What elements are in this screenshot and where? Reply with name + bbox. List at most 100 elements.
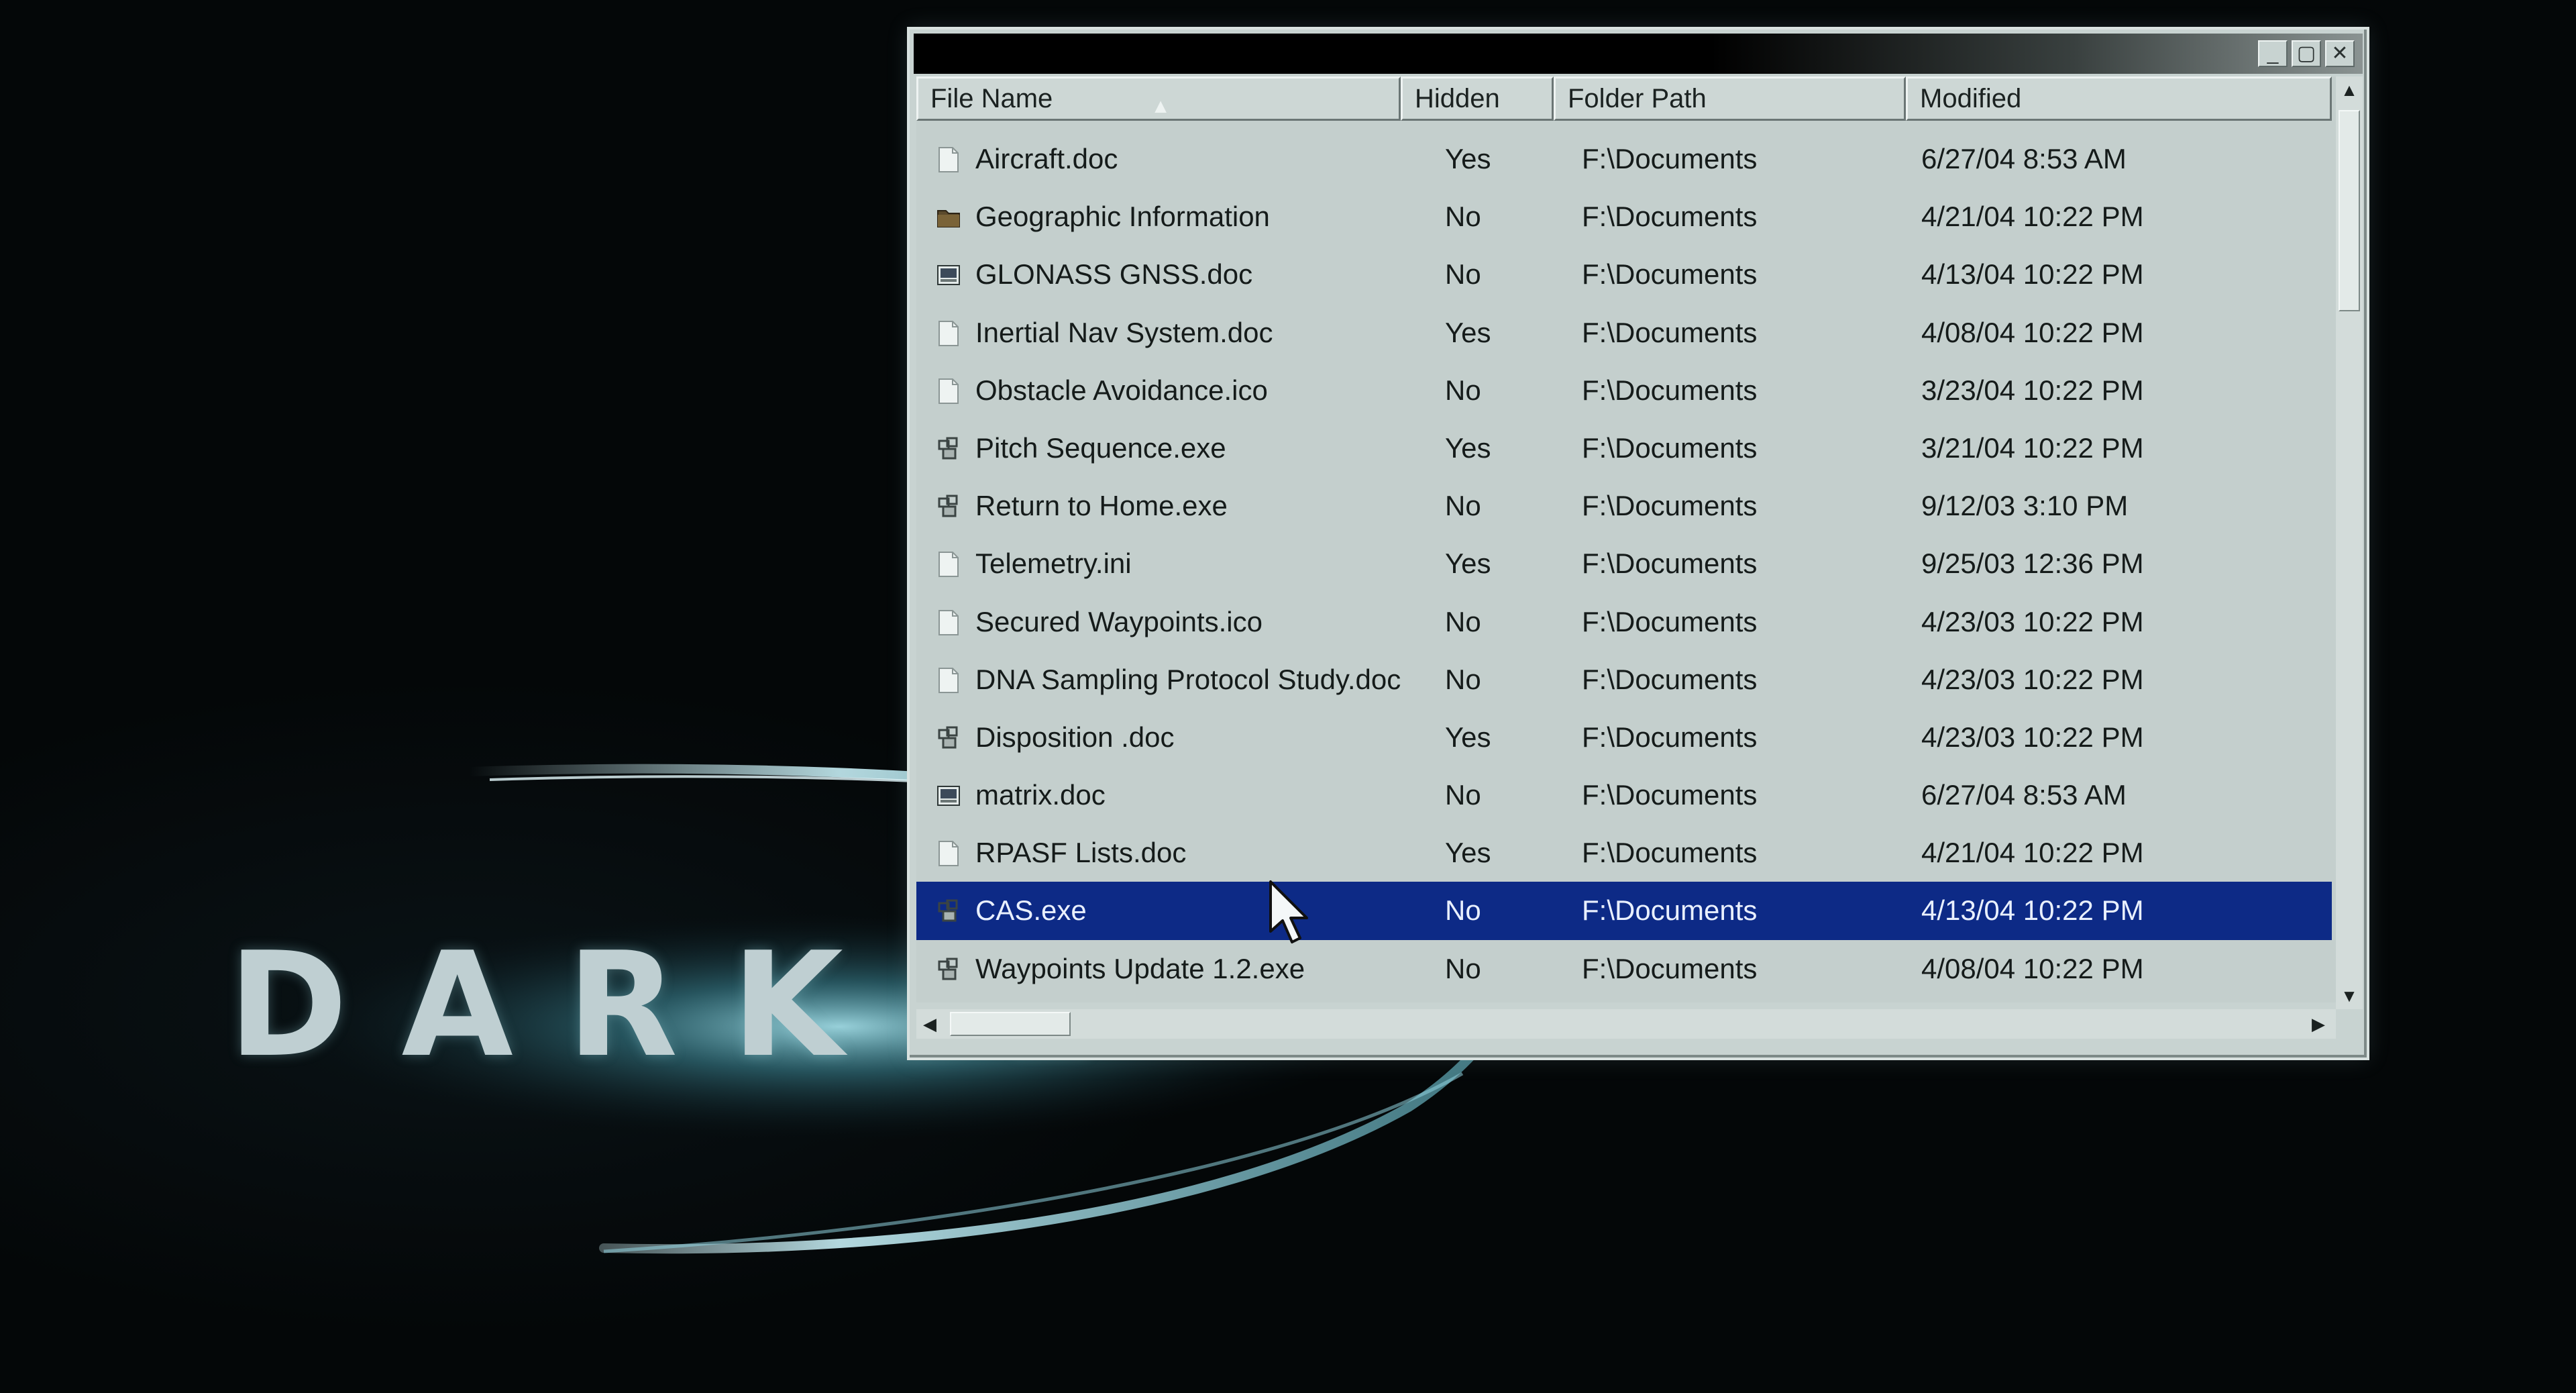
modified-cell: 9/12/03 3:10 PM <box>1921 490 2129 522</box>
folder-path-cell: F:\Documents <box>1582 605 1758 637</box>
folder-path-cell: F:\Documents <box>1582 837 1758 869</box>
folder-path-cell: F:\Documents <box>1582 374 1758 406</box>
file-row[interactable]: matrix.doc No F:\Documents 6/27/04 8:53 AM <box>916 766 2332 824</box>
file-row[interactable]: Aircraft.doc Yes F:\Documents 6/27/04 8:53 … <box>916 130 2332 188</box>
file-row[interactable]: Inertial Nav System.doc Yes F:\Documents 4/… <box>916 304 2332 362</box>
column-header-folder-path[interactable]: Folder Path <box>1554 76 1906 121</box>
file-row[interactable]: CAS.exe No F:\Documents 4/13/04 10:22 PM <box>916 882 2332 940</box>
hidden-cell: No <box>1445 258 1481 291</box>
executable-icon <box>936 435 961 462</box>
window-controls: _ ▢ ✕ <box>2258 40 2355 67</box>
modified-cell: 4/08/04 10:22 PM <box>1921 952 2144 984</box>
document-icon <box>936 609 961 636</box>
document-icon <box>936 551 961 578</box>
folder-path-cell: F:\Documents <box>1582 548 1758 580</box>
close-button[interactable]: ✕ <box>2325 40 2355 67</box>
document-icon <box>936 320 961 347</box>
folder-path-cell: F:\Documents <box>1582 258 1758 291</box>
modified-cell: 9/25/03 12:36 PM <box>1921 548 2144 580</box>
hidden-cell: No <box>1445 952 1481 984</box>
hidden-cell: No <box>1445 663 1481 695</box>
file-row[interactable]: Telemetry.ini Yes F:\Documents 9/25/03 12:3… <box>916 535 2332 592</box>
file-name-cell: Pitch Sequence.exe <box>975 431 1226 464</box>
minimize-button[interactable]: _ <box>2258 40 2288 67</box>
hidden-cell: Yes <box>1445 548 1491 580</box>
folder-path-cell: F:\Documents <box>1582 779 1758 811</box>
modified-cell: 6/27/04 8:53 AM <box>1921 779 2127 811</box>
file-row[interactable]: DNA Sampling Protocol Study.doc No F:\Docu… <box>916 651 2332 709</box>
folder-path-cell: F:\Documents <box>1582 894 1758 927</box>
column-header-file-name[interactable]: File Name ▲ <box>916 76 1401 121</box>
file-row[interactable]: RPASF Lists.doc Yes F:\Documents 4/21/04 10… <box>916 824 2332 882</box>
vertical-scroll-thumb[interactable] <box>2339 110 2360 311</box>
image-document-icon <box>936 782 961 809</box>
horizontal-scroll-thumb[interactable] <box>950 1012 1071 1036</box>
file-row[interactable]: Waypoints Update 1.2.exe No F:\Documents 4/… <box>916 940 2332 998</box>
file-row[interactable]: Secured Waypoints.ico No F:\Documents 4/23/… <box>916 593 2332 651</box>
folder-path-cell: F:\Documents <box>1582 721 1758 753</box>
hidden-cell: No <box>1445 605 1481 637</box>
hidden-cell: No <box>1445 201 1481 233</box>
file-name-cell: RPASF Lists.doc <box>975 837 1187 869</box>
folder-path-cell: F:\Documents <box>1582 663 1758 695</box>
modified-cell: 4/23/03 10:22 PM <box>1921 663 2144 695</box>
column-header-hidden[interactable]: Hidden <box>1401 76 1554 121</box>
hidden-cell: Yes <box>1445 837 1491 869</box>
file-name-cell: Disposition .doc <box>975 721 1175 753</box>
file-row[interactable]: GLONASS GNSS.doc No F:\Documents 4/13/04 10… <box>916 246 2332 303</box>
executable-icon <box>936 725 961 752</box>
file-name-cell: DNA Sampling Protocol Study.doc <box>975 663 1401 695</box>
desktop: DARK L _ ▢ ✕ File Name ▲ Hidden Folder P… <box>0 0 2576 1393</box>
modified-cell: 4/23/03 10:22 PM <box>1921 721 2144 753</box>
title-bar[interactable]: _ ▢ ✕ <box>914 34 2363 74</box>
hidden-cell: Yes <box>1445 316 1491 348</box>
mouse-pointer-icon <box>1269 880 1308 943</box>
folder-path-cell: F:\Documents <box>1582 316 1758 348</box>
executable-icon <box>936 956 961 983</box>
document-icon <box>936 840 961 867</box>
folder-path-cell: F:\Documents <box>1582 201 1758 233</box>
horizontal-scrollbar[interactable]: ◀ ▶ <box>916 1009 2339 1039</box>
scroll-down-arrow-icon[interactable]: ▼ <box>2336 982 2363 1009</box>
document-icon <box>936 667 961 694</box>
hidden-cell: No <box>1445 894 1481 927</box>
hidden-cell: No <box>1445 779 1481 811</box>
file-row[interactable]: Obstacle Avoidance.ico No F:\Documents 3/23… <box>916 362 2332 419</box>
folder-path-cell: F:\Documents <box>1582 431 1758 464</box>
modified-cell: 4/13/04 10:22 PM <box>1921 258 2144 291</box>
file-name-cell: Geographic Information <box>975 201 1270 233</box>
folder-path-cell: F:\Documents <box>1582 952 1758 984</box>
folder-icon <box>936 204 961 231</box>
folder-path-cell: F:\Documents <box>1582 490 1758 522</box>
hidden-cell: No <box>1445 374 1481 406</box>
file-name-cell: Obstacle Avoidance.ico <box>975 374 1268 406</box>
modified-cell: 6/27/04 8:53 AM <box>1921 143 2127 174</box>
hidden-cell: No <box>1445 490 1481 522</box>
image-document-icon <box>936 262 961 289</box>
file-name-cell: Aircraft.doc <box>975 143 1118 174</box>
modified-cell: 4/13/04 10:22 PM <box>1921 894 2144 927</box>
scroll-left-arrow-icon[interactable]: ◀ <box>916 1009 943 1039</box>
maximize-button[interactable]: ▢ <box>2292 40 2321 67</box>
file-row[interactable]: Geographic Information No F:\Documents 4/21… <box>916 188 2332 246</box>
column-headers: File Name ▲ Hidden Folder Path Modified <box>916 76 2332 121</box>
file-explorer-window: _ ▢ ✕ File Name ▲ Hidden Folder Path Mod… <box>907 27 2369 1060</box>
file-name-cell: Return to Home.exe <box>975 490 1228 522</box>
document-icon <box>936 378 961 405</box>
hidden-cell: Yes <box>1445 143 1491 174</box>
modified-cell: 4/23/03 10:22 PM <box>1921 605 2144 637</box>
file-list[interactable]: File Name ▲ Hidden Folder Path Modified … <box>916 76 2339 1002</box>
scroll-up-arrow-icon[interactable]: ▲ <box>2336 76 2363 103</box>
vertical-scrollbar[interactable]: ▲ ▼ <box>2336 76 2363 1009</box>
modified-cell: 3/21/04 10:22 PM <box>1921 431 2144 464</box>
hidden-cell: Yes <box>1445 721 1491 753</box>
column-header-modified[interactable]: Modified <box>1906 76 2332 121</box>
file-name-cell: Secured Waypoints.ico <box>975 605 1263 637</box>
scrollbar-corner <box>2336 1009 2363 1039</box>
file-row[interactable]: Disposition .doc Yes F:\Documents 4/23/03 1… <box>916 709 2332 766</box>
file-row[interactable]: Return to Home.exe No F:\Documents 9/12/03 … <box>916 477 2332 535</box>
scroll-right-arrow-icon[interactable]: ▶ <box>2305 1009 2332 1039</box>
file-name-cell: matrix.doc <box>975 779 1106 811</box>
hidden-cell: Yes <box>1445 431 1491 464</box>
file-row[interactable]: Pitch Sequence.exe Yes F:\Documents 3/21/04… <box>916 419 2332 477</box>
